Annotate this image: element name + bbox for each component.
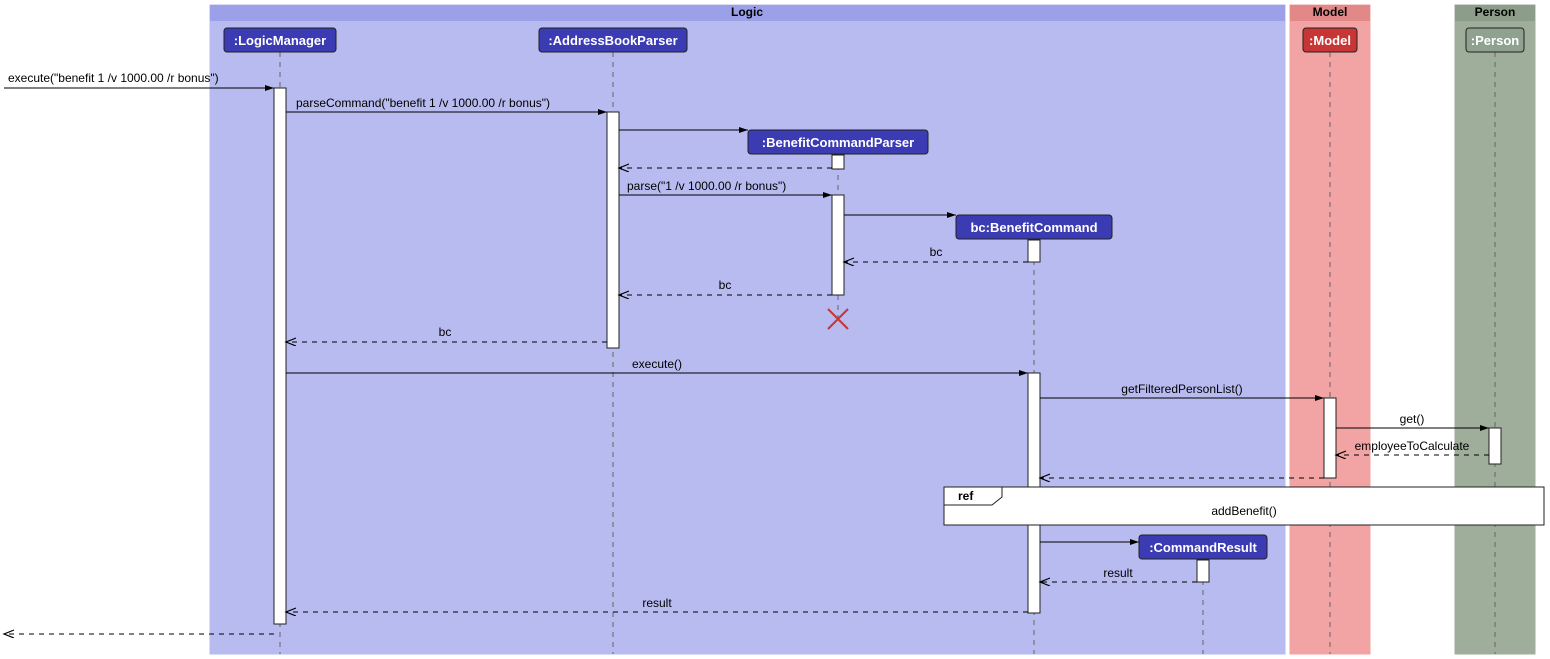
lbl-result2: result (642, 596, 672, 610)
head-addressbookparser-text: :AddressBookParser (548, 33, 677, 48)
act-person (1489, 428, 1501, 464)
frame-person-title: Person (1475, 5, 1516, 19)
lbl-execute: execute() (632, 357, 682, 371)
head-logicmanager-text: :LogicManager (234, 33, 326, 48)
head-benefitcommandparser-text: :BenefitCommandParser (762, 135, 914, 150)
lbl-bc3: bc (439, 325, 452, 339)
act-bcp-parse (832, 195, 844, 295)
lbl-bc2: bc (719, 278, 732, 292)
lbl-result1: result (1103, 566, 1133, 580)
act-bcp-create (832, 155, 844, 169)
act-cr (1197, 560, 1209, 582)
head-commandresult-text: :CommandResult (1149, 540, 1257, 555)
frame-logic-title: Logic (731, 5, 763, 19)
act-model (1324, 398, 1336, 478)
lbl-getfpl: getFilteredPersonList() (1121, 382, 1242, 396)
act-logicmanager (274, 88, 286, 624)
ref-label: ref (958, 489, 974, 503)
act-bc-create (1028, 240, 1040, 262)
ref-addbenefit: addBenefit() (1211, 504, 1276, 518)
lbl-get: get() (1400, 412, 1425, 426)
lbl-parse: parse("1 /v 1000.00 /r bonus") (627, 179, 786, 193)
head-benefitcommand-text: bc:BenefitCommand (970, 220, 1097, 235)
head-model-text: :Model (1309, 33, 1351, 48)
act-addressbookparser (607, 112, 619, 348)
head-person-text: :Person (1471, 33, 1519, 48)
frame-model-title: Model (1313, 5, 1348, 19)
lbl-etc: employeeToCalculate (1355, 439, 1470, 453)
lbl-external-execute: execute("benefit 1 /v 1000.00 /r bonus") (8, 71, 219, 85)
lbl-bc1: bc (930, 245, 943, 259)
lbl-parsecommand: parseCommand("benefit 1 /v 1000.00 /r bo… (296, 96, 550, 110)
